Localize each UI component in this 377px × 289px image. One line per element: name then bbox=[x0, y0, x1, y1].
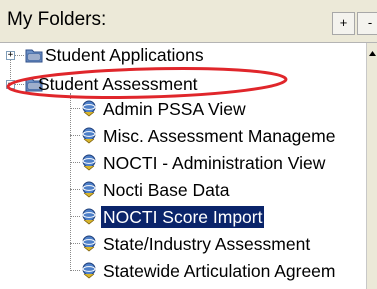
report-icon bbox=[82, 127, 96, 144]
panel-title: My Folders: bbox=[7, 9, 107, 30]
tree-item-admin-pssa-view[interactable]: Admin PSSA View bbox=[103, 98, 246, 120]
scroll-up-arrow-icon[interactable] bbox=[367, 45, 377, 61]
tree-connector bbox=[70, 270, 80, 272]
my-folders-panel: My Folders: + - + Student Applications −… bbox=[0, 0, 377, 289]
tree-item-nocti-administration-view[interactable]: NOCTI - Administration View bbox=[103, 152, 325, 174]
tree-folder-student-assessment[interactable]: Student Assessment bbox=[38, 73, 198, 95]
folder-tree: + Student Applications − Student Assessm… bbox=[0, 43, 366, 289]
vertical-scrollbar[interactable] bbox=[366, 43, 377, 289]
tree-connector bbox=[70, 216, 80, 218]
collapse-student-assessment-toggle[interactable]: − bbox=[6, 80, 15, 89]
report-icon bbox=[82, 235, 96, 252]
tree-connector bbox=[70, 243, 80, 245]
expand-all-button[interactable]: + bbox=[332, 12, 355, 35]
tree-connector bbox=[70, 162, 80, 164]
tree-connector bbox=[70, 135, 80, 137]
tree-connector bbox=[15, 84, 24, 86]
tree-connector bbox=[15, 55, 24, 57]
tree-folder-student-applications[interactable]: Student Applications bbox=[45, 44, 204, 66]
report-icon bbox=[82, 262, 96, 279]
folder-icon bbox=[25, 49, 43, 63]
tree-item-misc-assessment-management[interactable]: Misc. Assessment Manageme bbox=[103, 125, 335, 147]
report-icon bbox=[82, 208, 96, 225]
panel-header: My Folders: + - bbox=[0, 0, 377, 43]
report-icon bbox=[82, 100, 96, 117]
collapse-all-button[interactable]: - bbox=[357, 12, 377, 35]
tree-connector bbox=[70, 189, 80, 191]
tree-item-state-industry-assessment[interactable]: State/Industry Assessment bbox=[103, 233, 310, 255]
report-icon bbox=[82, 181, 96, 198]
tree-item-nocti-score-import[interactable]: NOCTI Score Import bbox=[99, 205, 266, 229]
tree-item-nocti-base-data[interactable]: Nocti Base Data bbox=[103, 179, 229, 201]
report-icon bbox=[82, 154, 96, 171]
tree-item-statewide-articulation-agreement[interactable]: Statewide Articulation Agreem bbox=[103, 260, 336, 282]
tree-connector bbox=[70, 108, 80, 110]
expand-student-applications-toggle[interactable]: + bbox=[6, 51, 15, 60]
